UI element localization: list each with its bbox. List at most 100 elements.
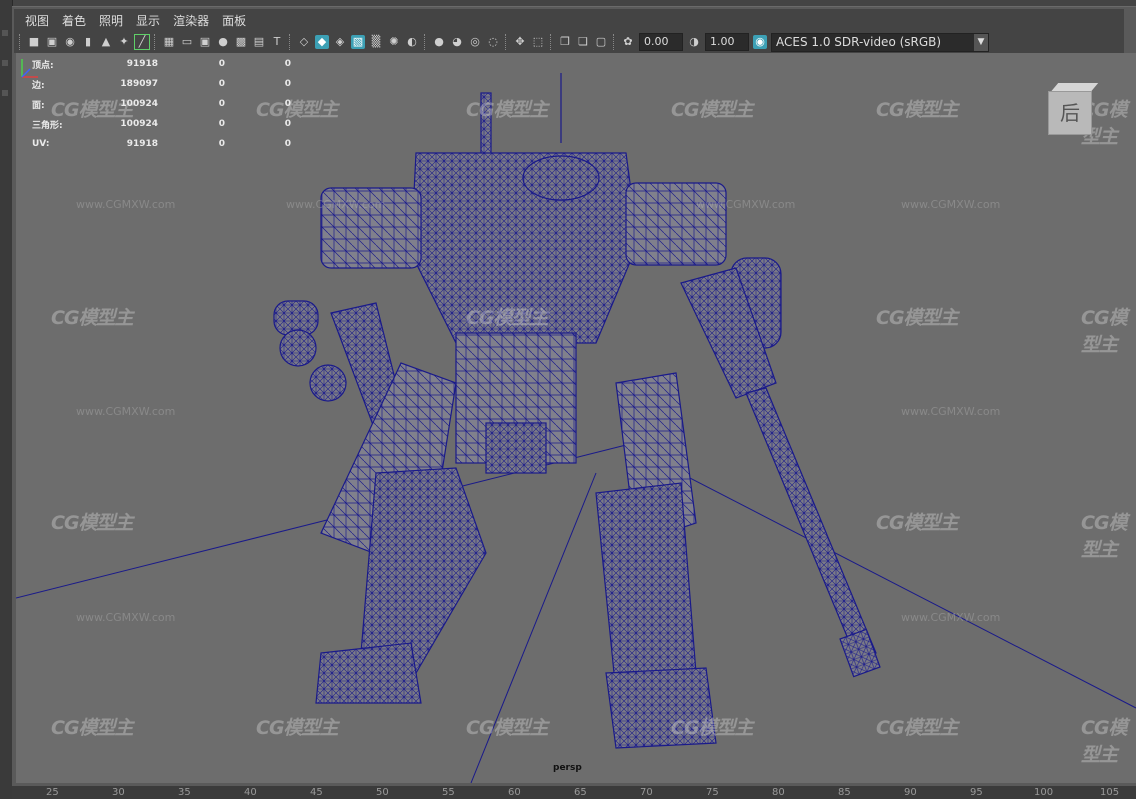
- hud-icon[interactable]: ◌: [486, 35, 500, 49]
- ruler-tick: 60: [508, 787, 521, 798]
- color-space-value: ACES 1.0 SDR-video (sRGB): [776, 34, 942, 49]
- menu-show[interactable]: 显示: [136, 12, 160, 29]
- stat-value: 100924: [120, 99, 158, 109]
- wireframe-on-shaded-icon[interactable]: ◈: [333, 35, 347, 49]
- camera-lock-icon[interactable]: ▣: [45, 35, 59, 49]
- xray-joints-icon[interactable]: ❐: [558, 35, 572, 49]
- grid-icon[interactable]: ▦: [162, 35, 176, 49]
- menu-shading[interactable]: 着色: [62, 12, 86, 29]
- watermark-url: www.CGMXW.com: [696, 198, 796, 211]
- watermark-logo: CG模型主: [876, 307, 959, 329]
- gate-mask-icon[interactable]: ●: [216, 35, 230, 49]
- two-sided-icon[interactable]: ▢: [594, 35, 608, 49]
- view-cube[interactable]: 后: [1046, 83, 1099, 135]
- watermark-logo: CG模型主: [51, 512, 134, 534]
- stat-value: 91918: [126, 59, 158, 69]
- color-management-icon[interactable]: ◉: [753, 35, 767, 49]
- stat-value: 0: [218, 99, 225, 109]
- camera-name-label: persp: [553, 763, 582, 773]
- gamma-icon[interactable]: ◑: [687, 35, 701, 49]
- watermark-logo: CG模型主: [671, 99, 754, 121]
- toolbar-separator: [550, 34, 553, 50]
- watermark-logo: CG模型主: [466, 99, 549, 121]
- stat-row-uvs: UV: 91918 0 0: [32, 134, 291, 154]
- exposure-field[interactable]: 0.00: [639, 33, 683, 51]
- toolbar-separator: [505, 34, 508, 50]
- ruler-tick: 45: [310, 787, 323, 798]
- camera-icon[interactable]: ■: [27, 35, 41, 49]
- ruler-tick: 40: [244, 787, 257, 798]
- view-cube-face-back[interactable]: 后: [1048, 91, 1092, 135]
- watermark-url: www.CGMXW.com: [901, 198, 1001, 211]
- axis-gizmo: [21, 59, 38, 78]
- bookmark-icon[interactable]: ▮: [81, 35, 95, 49]
- perspective-viewport[interactable]: CG模型主 CG模型主 CG模型主 CG模型主 CG模型主 CG模型主 www.…: [16, 53, 1136, 783]
- watermark-logo: CG模型主: [51, 717, 134, 739]
- stat-value: 0: [284, 99, 291, 109]
- time-ruler[interactable]: 25 30 35 40 45 50 55 60 65 70 75 80 85 9…: [12, 786, 1136, 799]
- menu-panels[interactable]: 面板: [222, 12, 246, 29]
- exposure-icon[interactable]: ✿: [621, 35, 635, 49]
- safe-action-icon[interactable]: ▤: [252, 35, 266, 49]
- gamma-field[interactable]: 1.00: [705, 33, 749, 51]
- safe-title-icon[interactable]: T: [270, 35, 284, 49]
- stat-value: 0: [218, 79, 225, 89]
- stat-value: 0: [284, 59, 291, 69]
- stat-value: 0: [218, 119, 225, 129]
- watermark-logo: CG模型主: [51, 307, 134, 329]
- robot-mesh: [273, 73, 881, 749]
- grease-pencil-icon[interactable]: ╱: [134, 34, 150, 50]
- isolate-select-icon[interactable]: ✥: [513, 35, 527, 49]
- menu-renderer[interactable]: 渲染器: [173, 12, 209, 29]
- stat-row-faces: 面: 100924 0 0: [32, 94, 291, 114]
- toolbar-separator: [289, 34, 292, 50]
- wireframe-icon[interactable]: ◇: [297, 35, 311, 49]
- stat-row-vertices: 顶点: 91918 0 0: [32, 54, 291, 74]
- watermark-url: www.CGMXW.com: [76, 198, 176, 211]
- color-space-dropdown[interactable]: ACES 1.0 SDR-video (sRGB) ▼: [771, 32, 989, 52]
- depth-of-field-icon[interactable]: ◎: [468, 35, 482, 49]
- watermark-logo: CG模型主: [876, 99, 959, 121]
- watermark-url: www.CGMXW.com: [901, 405, 1001, 418]
- film-gate-icon[interactable]: ▭: [180, 35, 194, 49]
- resolution-gate-icon[interactable]: ▣: [198, 35, 212, 49]
- stat-value: 189097: [120, 79, 158, 89]
- ruler-tick: 75: [706, 787, 719, 798]
- camera-attributes-icon[interactable]: ◉: [63, 35, 77, 49]
- menu-lighting[interactable]: 照明: [99, 12, 123, 29]
- ruler-tick: 90: [904, 787, 917, 798]
- watermark-url: www.CGMXW.com: [901, 611, 1001, 624]
- stat-value: 91918: [126, 139, 158, 149]
- image-plane-icon[interactable]: ▲: [99, 35, 113, 49]
- textured-icon[interactable]: ▧: [351, 35, 365, 49]
- smooth-shade-icon[interactable]: ◆: [315, 35, 329, 49]
- menu-view[interactable]: 视图: [25, 12, 49, 29]
- stat-label: 三角形:: [32, 120, 63, 131]
- watermark-logo: CG模型主: [876, 512, 959, 534]
- stat-value: 0: [284, 119, 291, 129]
- shadows-icon[interactable]: ✺: [387, 35, 401, 49]
- stat-value: 100924: [120, 119, 158, 129]
- panel-toolbar: ■ ▣ ◉ ▮ ▲ ✦ ╱ ▦ ▭ ▣ ● ▩ ▤ T ◇ ◆ ◈ ▧ ▒ ✺ …: [14, 31, 1124, 53]
- stat-value: 0: [218, 59, 225, 69]
- anti-alias-icon[interactable]: ◕: [450, 35, 464, 49]
- ruler-tick: 55: [442, 787, 455, 798]
- panel-menubar: 视图 着色 照明 显示 渲染器 面板: [14, 9, 1124, 31]
- stat-label: 面:: [32, 100, 45, 111]
- ruler-tick: 105: [1100, 787, 1120, 798]
- pose-icon[interactable]: ✦: [117, 35, 131, 49]
- watermark-logo: CG模型主: [1081, 307, 1128, 356]
- stat-value: 0: [284, 139, 291, 149]
- stat-value: 0: [284, 79, 291, 89]
- screen-space-ao-icon[interactable]: ◐: [405, 35, 419, 49]
- ruler-tick: 95: [970, 787, 983, 798]
- backface-icon[interactable]: ❏: [576, 35, 590, 49]
- watermark-url: www.CGMXW.com: [76, 611, 176, 624]
- use-lights-icon[interactable]: ▒: [369, 35, 383, 49]
- ruler-tick: 25: [46, 787, 59, 798]
- xray-icon[interactable]: ⬚: [531, 35, 545, 49]
- motion-blur-icon[interactable]: ●: [432, 35, 446, 49]
- ruler-tick: 85: [838, 787, 851, 798]
- stat-row-triangles: 三角形: 100924 0 0: [32, 114, 291, 134]
- field-chart-icon[interactable]: ▩: [234, 35, 248, 49]
